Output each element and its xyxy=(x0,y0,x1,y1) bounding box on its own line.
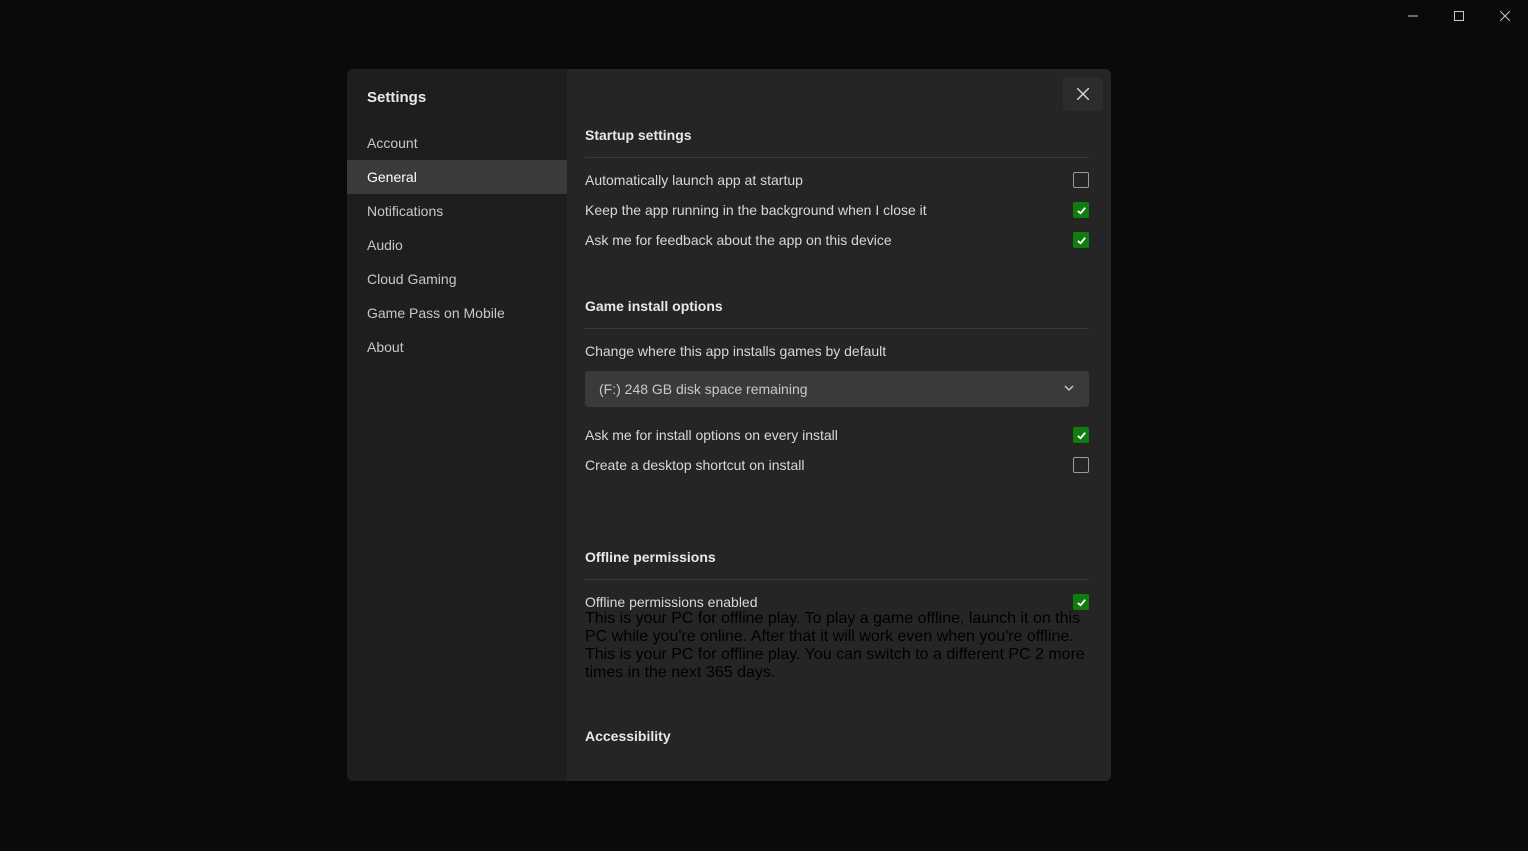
checkbox-keep-running[interactable] xyxy=(1073,202,1089,218)
setting-keep-running: Keep the app running in the background w… xyxy=(585,188,1089,218)
settings-sidebar: Settings Account General Notifications A… xyxy=(347,69,567,781)
setting-label: Create a desktop shortcut on install xyxy=(585,457,804,473)
setting-ask-install-options: Ask me for install options on every inst… xyxy=(585,407,1089,443)
chevron-down-icon xyxy=(1063,381,1075,397)
checkbox-auto-launch[interactable] xyxy=(1073,172,1089,188)
section-title-startup: Startup settings xyxy=(585,127,1089,143)
setting-label: Change where this app installs games by … xyxy=(585,343,886,359)
setting-label: Keep the app running in the background w… xyxy=(585,202,927,218)
maximize-button[interactable] xyxy=(1436,0,1482,32)
setting-label: Ask me for feedback about the app on thi… xyxy=(585,232,892,248)
setting-feedback: Ask me for feedback about the app on thi… xyxy=(585,218,1089,248)
dropdown-value: (F:) 248 GB disk space remaining xyxy=(599,381,808,397)
checkbox-offline-enabled[interactable] xyxy=(1073,594,1089,610)
checkbox-feedback[interactable] xyxy=(1073,232,1089,248)
sidebar-item-audio[interactable]: Audio xyxy=(347,228,567,262)
sidebar-item-account[interactable]: Account xyxy=(347,126,567,160)
setting-desktop-shortcut: Create a desktop shortcut on install xyxy=(585,443,1089,473)
sidebar-item-cloud-gaming[interactable]: Cloud Gaming xyxy=(347,262,567,296)
close-window-button[interactable] xyxy=(1482,0,1528,32)
settings-content: Startup settings Automatically launch ap… xyxy=(567,69,1111,781)
setting-label: Ask me for install options on every inst… xyxy=(585,427,838,443)
close-settings-button[interactable] xyxy=(1063,77,1103,111)
offline-description: This is your PC for offline play. To pla… xyxy=(585,610,1089,646)
window-titlebar xyxy=(1390,0,1528,32)
section-title-install: Game install options xyxy=(585,298,1089,314)
checkbox-ask-install-options[interactable] xyxy=(1073,427,1089,443)
setting-offline-enabled: Offline permissions enabled xyxy=(585,580,1089,610)
setting-change-where: Change where this app installs games by … xyxy=(585,329,1089,359)
sidebar-item-game-pass-mobile[interactable]: Game Pass on Mobile xyxy=(347,296,567,330)
sidebar-item-about[interactable]: About xyxy=(347,330,567,364)
settings-modal: Settings Account General Notifications A… xyxy=(347,69,1111,781)
section-title-offline: Offline permissions xyxy=(585,549,1089,565)
sidebar-item-notifications[interactable]: Notifications xyxy=(347,194,567,228)
sidebar-item-general[interactable]: General xyxy=(347,160,567,194)
setting-label: Offline permissions enabled xyxy=(585,594,758,610)
setting-auto-launch: Automatically launch app at startup xyxy=(585,158,1089,188)
settings-title: Settings xyxy=(347,89,567,126)
section-title-accessibility: Accessibility xyxy=(585,728,1089,744)
minimize-button[interactable] xyxy=(1390,0,1436,32)
setting-label: Automatically launch app at startup xyxy=(585,172,803,188)
checkbox-desktop-shortcut[interactable] xyxy=(1073,457,1089,473)
install-drive-dropdown[interactable]: (F:) 248 GB disk space remaining xyxy=(585,371,1089,407)
offline-notice: This is your PC for offline play. You ca… xyxy=(585,646,1089,682)
